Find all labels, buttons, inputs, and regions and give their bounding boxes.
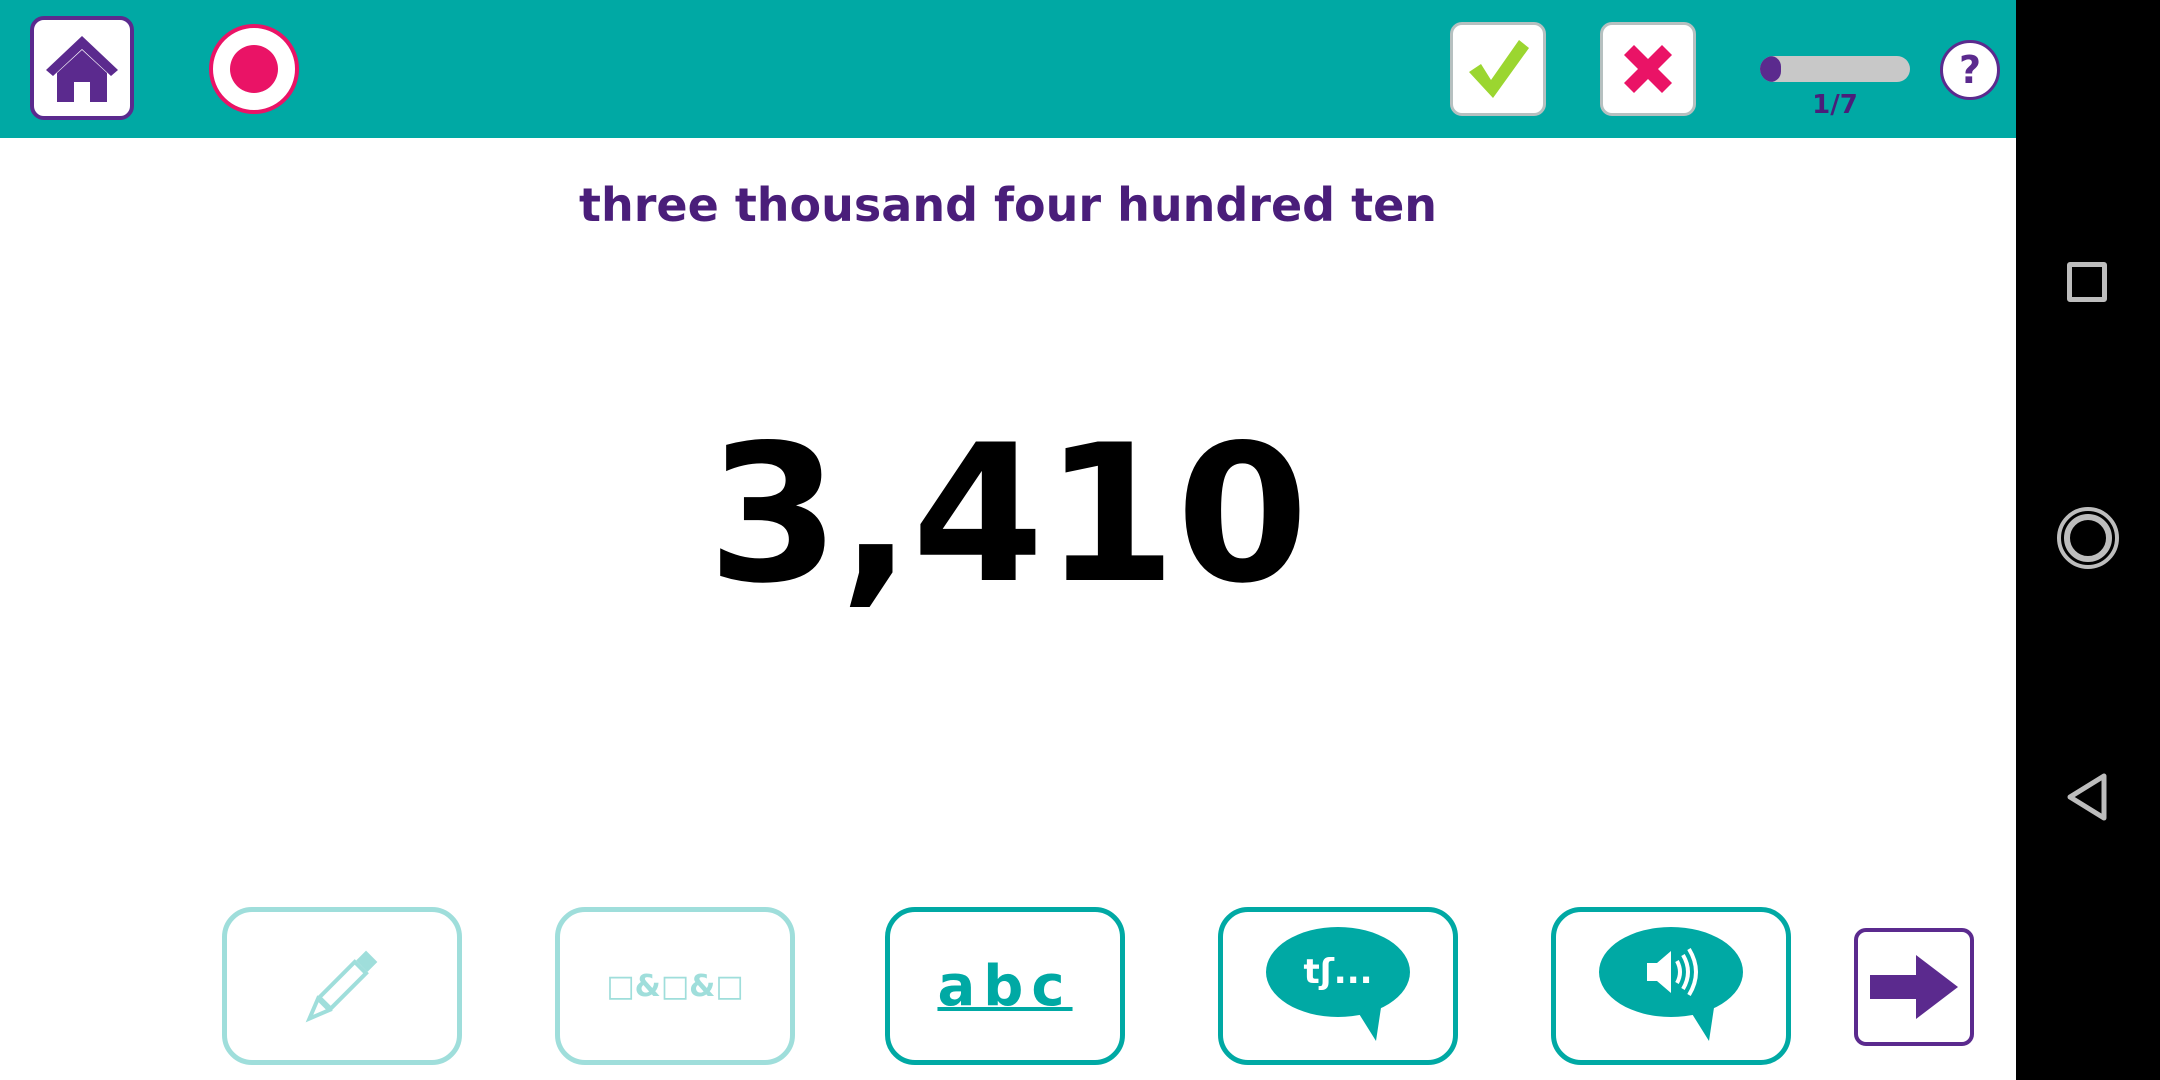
square-icon[interactable] bbox=[2067, 262, 2107, 302]
home-icon bbox=[46, 36, 118, 102]
home-button[interactable] bbox=[30, 16, 134, 120]
triangle-back-icon[interactable] bbox=[2064, 772, 2112, 822]
record-icon bbox=[230, 45, 278, 93]
circle-icon[interactable] bbox=[2056, 506, 2120, 570]
progress-fill bbox=[1760, 56, 1781, 82]
pencil-button[interactable] bbox=[222, 907, 462, 1065]
phonetic-label: tʃ... bbox=[1303, 952, 1373, 992]
android-nav-bar bbox=[2016, 0, 2160, 1080]
number-words: three thousand four hundred ten bbox=[578, 178, 1438, 232]
speak-button[interactable] bbox=[1551, 907, 1791, 1065]
record-button[interactable] bbox=[209, 24, 299, 114]
next-button[interactable] bbox=[1854, 928, 1974, 1046]
spelling-button[interactable]: abc bbox=[885, 907, 1125, 1065]
spelling-label: abc bbox=[937, 953, 1073, 1019]
arrow-right-icon bbox=[1870, 955, 1958, 1019]
app-screen: 1/7 ? three thousand four hundred ten 3,… bbox=[0, 0, 2016, 1080]
check-button[interactable] bbox=[1450, 22, 1546, 116]
progress-label: 1/7 bbox=[1812, 90, 1858, 120]
speech-bubble-icon: tʃ... bbox=[1264, 925, 1412, 1047]
place-value-boxes-button[interactable]: □&□&□ bbox=[555, 907, 795, 1065]
cross-icon bbox=[1624, 45, 1672, 93]
place-value-boxes-label: □&□&□ bbox=[606, 968, 744, 1004]
progress-bar bbox=[1760, 56, 1910, 82]
checkmark-icon bbox=[1469, 40, 1529, 98]
number-display: 3,410 bbox=[707, 404, 1309, 625]
phonetic-button[interactable]: tʃ... bbox=[1218, 907, 1458, 1065]
top-toolbar: 1/7 ? bbox=[0, 0, 2016, 138]
pencil-icon bbox=[305, 950, 378, 1023]
help-button[interactable]: ? bbox=[1940, 40, 2000, 100]
wrong-button[interactable] bbox=[1600, 22, 1696, 116]
speaker-icon bbox=[1599, 927, 1743, 1041]
